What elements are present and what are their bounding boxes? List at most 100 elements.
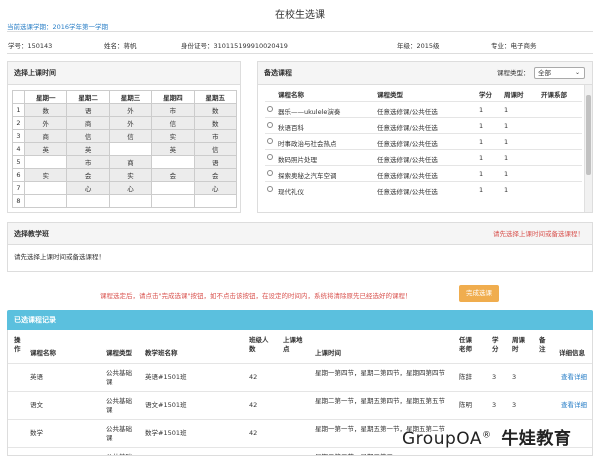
schedule-slot[interactable] (151, 181, 195, 195)
selected-course-row: 英语 公共基础课 英语#1501班 42 星期一第四节，星期二第四节，星期四第四节 陈辞 3… (8, 363, 592, 391)
period-number: 4 (12, 142, 25, 156)
schedule-slot[interactable]: 商 (23, 129, 68, 143)
course-radio[interactable] (267, 186, 273, 192)
schedule-slot[interactable]: 数 (193, 103, 238, 117)
selected-size: 42 (249, 401, 258, 409)
schedule-slot[interactable]: 外 (108, 103, 153, 117)
schedule-slot[interactable] (23, 181, 68, 195)
schedule-slot[interactable] (23, 155, 68, 169)
schedule-slot[interactable]: 数 (23, 103, 68, 117)
course-type-label: 课程类型： (497, 69, 530, 77)
selected-table-header: 操作 课程名称 课程类型 教学班名称 班级人数 上课地点 上课时间 任课老师 学… (8, 330, 592, 363)
schedule-slot[interactable]: 语 (66, 103, 110, 117)
scrollbar[interactable] (584, 85, 592, 212)
student-major: 专业：电子商务 (491, 42, 537, 50)
schedule-slot[interactable]: 实 (108, 168, 153, 182)
optional-course-row[interactable]: 数码照片处理 任意选修课/公共任选 1 1 (265, 149, 582, 164)
schedule-day-header: 星期二 (66, 90, 110, 104)
selected-size: 42 (249, 373, 258, 381)
logo-cn-text: 牛娃教育 (501, 429, 572, 449)
col-teacher: 任课老师 (459, 336, 472, 353)
scrollbar-thumb[interactable] (586, 95, 591, 175)
course-hours: 1 (504, 122, 509, 130)
selected-name: 英语 (30, 373, 43, 381)
col-note: 备注 (539, 336, 546, 353)
col-class-size: 班级人数 (249, 336, 269, 353)
selected-credit: 3 (492, 401, 497, 409)
optional-course-row[interactable]: 器乐——ukulele演奏 任意选修课/公共任选 1 1 (265, 101, 582, 116)
schedule-slot[interactable]: 商 (108, 155, 153, 169)
schedule-slot[interactable]: 会 (193, 168, 238, 182)
period-number: 5 (12, 155, 25, 169)
schedule-slot[interactable] (108, 142, 153, 156)
finish-selection-button[interactable]: 完成选课 (459, 285, 499, 302)
selected-type: 公共基础课 (106, 425, 132, 442)
course-credit: 1 (479, 138, 484, 146)
course-credit: 1 (479, 122, 484, 130)
schedule-row: 8 (12, 194, 238, 208)
schedule-slot[interactable] (23, 194, 68, 208)
schedule-slot[interactable] (151, 155, 195, 169)
schedule-slot[interactable]: 信 (193, 142, 238, 156)
selected-cls: 英语#1501班 (145, 373, 187, 381)
schedule-slot[interactable]: 会 (66, 168, 110, 182)
schedule-slot[interactable]: 英 (151, 142, 195, 156)
schedule-slot[interactable]: 实 (23, 168, 68, 182)
selected-cls: 数学#1501班 (145, 429, 187, 437)
schedule-slot[interactable] (108, 194, 153, 208)
optional-course-row[interactable]: 探索奥秘之汽车空调 任意选修课/公共任选 1 1 (265, 165, 582, 180)
selected-teacher: 陈辞 (459, 373, 472, 381)
schedule-slot[interactable]: 信 (108, 129, 153, 143)
schedule-slot[interactable]: 数 (193, 116, 238, 130)
schedule-slot[interactable]: 外 (108, 116, 153, 130)
selected-courses-title: 已选课程记录 (7, 310, 593, 330)
optional-course-row[interactable]: 现代礼仪 任意选修课/公共任选 1 1 (265, 181, 582, 196)
course-radio[interactable] (267, 170, 273, 176)
course-type: 任意选修课/公共任选 (377, 124, 438, 132)
schedule-slot[interactable]: 商 (66, 116, 110, 130)
schedule-slot[interactable]: 实 (151, 129, 195, 143)
divider (7, 31, 593, 32)
schedule-slot[interactable]: 心 (66, 181, 110, 195)
schedule-slot[interactable] (66, 194, 110, 208)
schedule-slot[interactable]: 语 (193, 155, 238, 169)
schedule-day-header: 星期四 (151, 90, 195, 104)
schedule-slot[interactable]: 市 (193, 129, 238, 143)
optional-course-row[interactable]: 秋语百科 任意选修课/公共任选 1 1 (265, 117, 582, 132)
schedule-slot[interactable]: 会 (151, 168, 195, 182)
schedule-slot[interactable]: 英 (23, 142, 68, 156)
col-weekly-hours: 周课时 (504, 91, 524, 99)
optional-courses-title: 备选课程 (264, 69, 292, 77)
view-detail-link[interactable]: 查看详细 (561, 401, 587, 410)
schedule-slot[interactable] (193, 194, 238, 208)
schedule-slot[interactable] (151, 194, 195, 208)
period-number: 3 (12, 129, 25, 143)
schedule-slot[interactable]: 市 (151, 103, 195, 117)
selected-type: 公共基础课 (106, 369, 132, 386)
schedule-slot[interactable]: 英 (66, 142, 110, 156)
view-detail-link[interactable]: 查看详细 (561, 373, 587, 382)
schedule-slot[interactable]: 市 (66, 155, 110, 169)
course-radio[interactable] (267, 106, 273, 112)
selected-cls: 语文#1501班 (145, 401, 187, 409)
course-hours: 1 (504, 170, 509, 178)
schedule-day-header: 星期五 (193, 90, 238, 104)
schedule-grid: 星期一 星期二 星期三 星期四 星期五 1数语外市数2外商外信数3商信信实市4英英英信5… (12, 90, 238, 208)
schedule-slot[interactable]: 信 (66, 129, 110, 143)
course-credit: 1 (479, 106, 484, 114)
finish-notice: 课程选定后，请点击"完成选课"按钮，如不点击该按钮，在设定的时间内，系统将清除原… (100, 292, 412, 300)
col-credit: 学分 (492, 336, 499, 353)
schedule-slot[interactable]: 信 (151, 116, 195, 130)
selected-type: 公共基础课 (106, 397, 132, 414)
schedule-slot[interactable]: 外 (23, 116, 68, 130)
schedule-slot[interactable]: 心 (193, 181, 238, 195)
course-radio[interactable] (267, 138, 273, 144)
course-radio[interactable] (267, 122, 273, 128)
course-radio[interactable] (267, 154, 273, 160)
student-name: 姓名：蒋帆 (104, 42, 137, 50)
optional-courses-header: 备选课程 课程类型： 全部 ⌄ (258, 62, 592, 85)
optional-course-row[interactable]: 时事政治与社会热点 任意选修课/公共任选 1 1 (265, 133, 582, 148)
col-class-name: 教学班名称 (145, 349, 178, 357)
schedule-slot[interactable]: 心 (108, 181, 153, 195)
course-type-select[interactable]: 全部 ⌄ (534, 67, 585, 79)
